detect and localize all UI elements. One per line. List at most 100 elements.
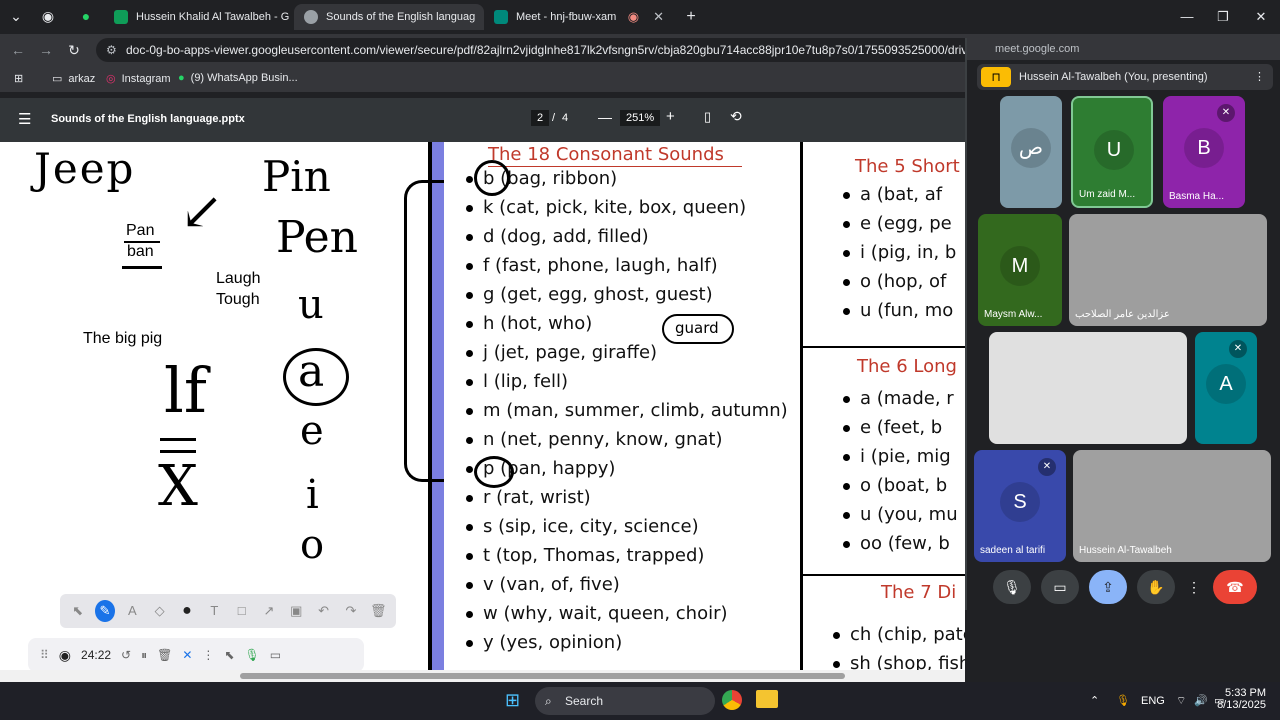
redo-icon[interactable]: ↷	[341, 600, 360, 622]
bookmark-label: Instagram	[121, 72, 171, 85]
menu-icon[interactable]: ☰	[18, 110, 31, 128]
participant-tile[interactable]: ص	[1000, 96, 1062, 208]
participant-tile[interactable]: Ssadeen al tarifi ✕	[974, 450, 1066, 562]
participant-tile[interactable]: B Basma Ha... ✕	[1163, 96, 1245, 208]
volume-icon[interactable]: 🔊	[1194, 694, 1208, 707]
tab-search-icon[interactable]: ⌄	[6, 6, 26, 26]
consonant-item: y (yes, opinion)	[466, 632, 622, 653]
wifi-icon[interactable]: ⌔	[1176, 694, 1186, 708]
bookmark-instagram[interactable]: ◎ Instagram	[106, 72, 171, 86]
consonant-item: w (why, wait, queen, choir)	[466, 603, 728, 624]
bookmark-arkaz[interactable]: ▭ arkaz	[52, 72, 95, 86]
minimize-button[interactable]: —	[1172, 6, 1202, 28]
bullet	[466, 262, 473, 270]
image-icon[interactable]: ▣	[287, 600, 306, 622]
mic-tray-icon[interactable]: 🎙	[1116, 694, 1130, 707]
participant-tile[interactable]: U Um zaid M...	[1071, 96, 1153, 208]
note-x: X	[158, 454, 198, 519]
close-window-button[interactable]: ✕	[1246, 6, 1276, 28]
participant-name: Basma Ha...	[1169, 191, 1225, 202]
select-icon[interactable]: ⬉	[68, 600, 87, 622]
participant-tile[interactable]: M Maysm Alw...	[978, 214, 1062, 326]
undo-icon[interactable]: ↶	[314, 600, 333, 622]
meet-window: meet.google.com ⊓ Hussein Al-Tawalbeh (Y…	[965, 38, 1280, 610]
record-tab-icon[interactable]: ◉	[38, 6, 58, 26]
presentation-icon[interactable]: ⊓	[981, 67, 1011, 87]
arrow-tool-icon[interactable]: ↗	[259, 600, 278, 622]
page-input[interactable]: 2	[531, 110, 550, 126]
consonants-title: The 18 Consonant Sounds	[488, 144, 724, 165]
chevron-up-icon[interactable]: ⌃	[1090, 694, 1099, 707]
tab-sheets[interactable]: Hussein Khalid Al Tawalbeh - G ✕	[104, 4, 294, 30]
meet-url: meet.google.com	[967, 38, 1280, 60]
bookmark-whatsapp[interactable]: ● (9) WhatsApp Busin...	[178, 72, 298, 84]
camera-button[interactable]: ▭	[1041, 570, 1079, 604]
tab-meet[interactable]: Meet - hnj-fbuw-xam ◉ ✕	[484, 4, 674, 30]
start-icon[interactable]: ⊞	[505, 690, 525, 710]
pause-icon[interactable]: ⏸	[141, 648, 147, 663]
bullet	[833, 660, 840, 668]
grid-icon[interactable]: ⋮	[202, 648, 214, 662]
site-info-icon[interactable]: ⚙	[106, 38, 117, 62]
new-tab-button[interactable]: +	[676, 6, 706, 28]
pen-icon[interactable]: ✎	[95, 600, 115, 622]
reload-icon[interactable]: ↻	[64, 40, 84, 60]
back-icon[interactable]: ←	[8, 40, 28, 60]
consonant-item: d (dog, add, filled)	[466, 226, 649, 247]
consonant-item: j (jet, page, giraffe)	[466, 342, 657, 363]
fit-page-icon[interactable]: ▯	[704, 109, 711, 125]
delete-icon[interactable]: 🗑	[157, 648, 172, 662]
text-icon[interactable]: T	[205, 600, 224, 622]
clock[interactable]: 5:33 PM 8/13/2025	[1217, 687, 1266, 711]
more-options-icon[interactable]: ⋮	[1254, 64, 1265, 90]
rotate-icon[interactable]: ⟲	[730, 108, 742, 125]
search-box[interactable]: ⌕ Search	[535, 687, 715, 715]
close-icon[interactable]: ✕	[182, 648, 192, 662]
scroll-thumb[interactable]	[240, 673, 845, 679]
zoom-in-icon[interactable]: +	[666, 108, 675, 125]
chrome-icon[interactable]	[722, 690, 742, 710]
zoom-input[interactable]: 251%	[620, 110, 661, 126]
vowel-text: e (feet, b	[860, 417, 943, 438]
tab-pdf[interactable]: Sounds of the English languag ✕	[294, 4, 484, 30]
mic-icon[interactable]: 🎙	[244, 648, 259, 662]
horizontal-scrollbar[interactable]	[0, 670, 965, 682]
leave-call-button[interactable]: ☎	[1213, 570, 1257, 604]
present-button[interactable]: ⇪	[1089, 570, 1127, 604]
cursor-icon[interactable]: ⬉	[224, 648, 234, 662]
shape-icon[interactable]: □	[232, 600, 251, 622]
restart-icon[interactable]: ↺	[121, 648, 131, 662]
eraser-icon[interactable]: ◇	[150, 600, 169, 622]
trash-icon[interactable]: 🗑	[369, 600, 388, 622]
more-button[interactable]: ⋮	[1185, 570, 1203, 604]
color-picker-icon[interactable]: ●	[177, 600, 196, 622]
consonant-item: g (get, egg, ghost, guest)	[466, 284, 713, 305]
zoom-out-icon[interactable]: —	[598, 109, 612, 125]
bookmark-label: (9) WhatsApp Busin...	[190, 72, 298, 84]
record-dot-icon: ◉	[58, 646, 72, 663]
forward-icon[interactable]: →	[36, 40, 56, 60]
participant-tile[interactable]	[989, 332, 1187, 444]
camera-icon[interactable]: ▭	[270, 648, 281, 662]
mic-button[interactable]: 🎙	[993, 570, 1031, 604]
drag-handle-icon[interactable]: ⠿	[40, 648, 49, 662]
meet-header: ⊓ Hussein Al-Tawalbeh (You, presenting) …	[977, 64, 1273, 90]
close-icon[interactable]: ✕	[653, 9, 664, 25]
raise-hand-button[interactable]: ✋	[1137, 570, 1175, 604]
vowel-item: e (egg, pe	[843, 213, 952, 234]
consonant-text: y (yes, opinion)	[483, 632, 623, 653]
whatsapp-tab-icon[interactable]: ●	[76, 6, 96, 26]
annotation-toolbar: ⬉ ✎ A ◇ ● T □ ↗ ▣ ↶ ↷ 🗑	[60, 594, 396, 628]
apps-icon[interactable]: ⊞	[14, 72, 23, 85]
record-icon[interactable]: ◉	[628, 9, 639, 25]
highlighter-icon[interactable]: A	[123, 600, 142, 622]
maximize-button[interactable]: ❐	[1208, 6, 1238, 28]
lang-indicator[interactable]: ENG	[1141, 695, 1165, 707]
address-bar[interactable]: ⚙ doc-0g-bo-apps-viewer.googleuserconten…	[96, 38, 976, 62]
pdf-filename: Sounds of the English language.pptx	[51, 113, 245, 125]
file-explorer-icon[interactable]	[756, 690, 778, 708]
participant-tile[interactable]: Hussein Al-Tawalbeh	[1073, 450, 1271, 562]
consonant-item: h (hot, who)	[466, 313, 592, 334]
participant-tile[interactable]: A ✕	[1195, 332, 1257, 444]
participant-tile[interactable]: عزالدين عامر الصلاحب	[1069, 214, 1267, 326]
